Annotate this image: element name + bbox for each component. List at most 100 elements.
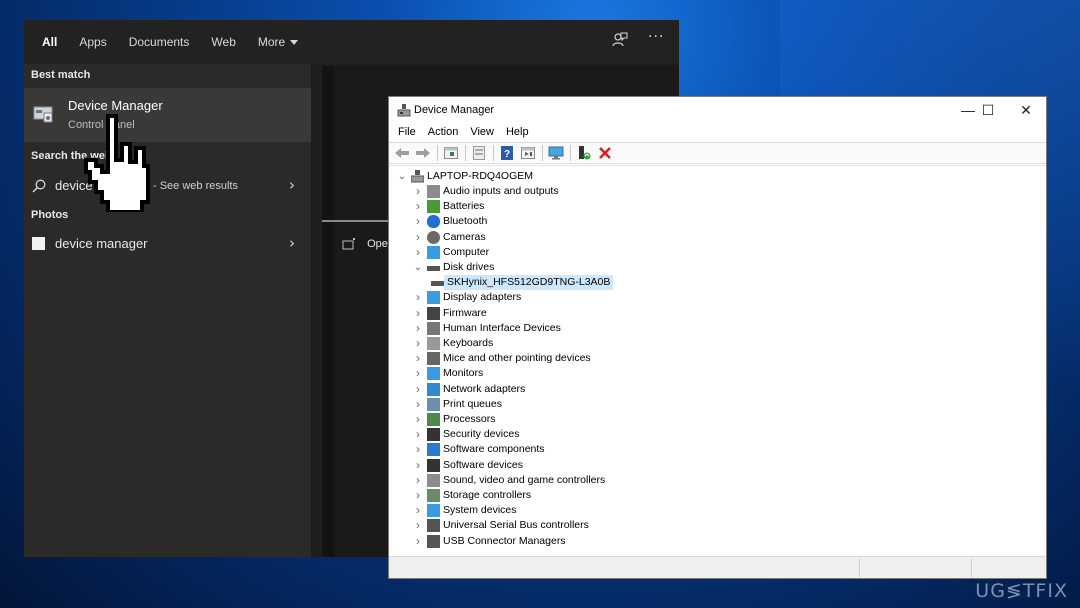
- tree-label: Security devices: [443, 428, 520, 441]
- battery-icon: [427, 200, 440, 214]
- chevron-right-icon[interactable]: ›: [413, 184, 423, 199]
- toolbar-separator: [437, 145, 438, 161]
- status-cell: [859, 559, 860, 577]
- toolbar-separator: [493, 145, 494, 161]
- speaker-icon: [427, 185, 440, 198]
- tab-apps[interactable]: Apps: [79, 35, 106, 49]
- chevron-right-icon[interactable]: ›: [413, 382, 423, 397]
- update-driver-icon: [579, 146, 591, 160]
- tree-label: Mice and other pointing devices: [443, 352, 591, 365]
- chevron-right-icon[interactable]: ›: [413, 488, 423, 503]
- caret-down-icon: [290, 40, 299, 46]
- chevron-right-icon[interactable]: ›: [413, 534, 423, 549]
- tree-label: Cameras: [443, 230, 486, 243]
- uninstall-device-button[interactable]: [596, 144, 614, 162]
- chevron-right-icon[interactable]: ›: [413, 473, 423, 488]
- speaker-icon: [427, 473, 440, 487]
- monitor-icon: [427, 367, 440, 381]
- menu-view[interactable]: View: [470, 123, 494, 141]
- chevron-right-icon[interactable]: ›: [413, 427, 423, 442]
- network-icon: [427, 382, 440, 396]
- best-match-title: Device Manager: [68, 98, 163, 113]
- keyboard-icon: [427, 337, 440, 350]
- tab-all[interactable]: All: [42, 35, 57, 49]
- tree-label: Monitors: [443, 367, 484, 380]
- tree-label: Storage controllers: [443, 489, 532, 501]
- status-cell: [971, 559, 972, 577]
- photo-result[interactable]: device manager ›: [24, 229, 311, 259]
- menu-file[interactable]: File: [398, 123, 416, 141]
- tab-more[interactable]: More: [258, 35, 299, 49]
- properties-button[interactable]: [470, 144, 488, 162]
- close-button[interactable]: ✕: [1007, 97, 1045, 123]
- device-tree: ⌄ LAPTOP-RDQ4OGEM › Audio inputs and outp…: [389, 165, 1046, 555]
- chevron-right-icon[interactable]: ›: [413, 306, 423, 321]
- processor-icon: [427, 413, 440, 426]
- feedback-icon[interactable]: [612, 32, 628, 52]
- show-hide-console-tree-button[interactable]: [442, 144, 460, 162]
- device-manager-icon: [397, 104, 411, 117]
- tree-label: Computer: [443, 245, 490, 258]
- chevron-right-icon[interactable]: ›: [413, 214, 423, 229]
- tree-label: Sound, video and game controllers: [443, 473, 606, 486]
- best-match-item[interactable]: Device Manager Control Panel: [24, 88, 311, 142]
- tree-label: Universal Serial Bus controllers: [443, 519, 589, 532]
- menu-action[interactable]: Action: [428, 123, 459, 141]
- chevron-right-icon[interactable]: ›: [413, 290, 423, 305]
- root-label: LAPTOP-RDQ4OGEM: [427, 170, 533, 182]
- chevron-right-icon[interactable]: ›: [413, 351, 423, 366]
- toolbar-separator: [542, 145, 543, 161]
- photo-icon: [32, 237, 45, 250]
- uninstall-x-icon: [599, 147, 611, 159]
- chevron-down-icon[interactable]: ⌄: [413, 260, 423, 275]
- chevron-right-icon[interactable]: ›: [413, 397, 423, 412]
- chevron-right-icon[interactable]: ›: [413, 245, 423, 260]
- toolbar-separator: [570, 145, 571, 161]
- chevron-right-icon[interactable]: ›: [413, 442, 423, 457]
- chevron-right-icon[interactable]: ›: [413, 321, 423, 336]
- tree-label: USB Connector Managers: [443, 534, 566, 547]
- run-action-button[interactable]: [519, 144, 537, 162]
- search-icon: [32, 179, 46, 193]
- chevron-right-icon[interactable]: ›: [413, 199, 423, 214]
- maximize-button[interactable]: ☐: [969, 97, 1007, 123]
- tree-label: Software components: [443, 443, 545, 456]
- forward-button[interactable]: [414, 144, 432, 162]
- chevron-right-icon[interactable]: ›: [413, 458, 423, 473]
- back-arrow-icon: [395, 148, 409, 158]
- chevron-right-icon[interactable]: ›: [413, 503, 423, 518]
- help-button[interactable]: ?: [498, 144, 516, 162]
- chevron-right-icon[interactable]: ›: [413, 366, 423, 381]
- chevron-down-icon[interactable]: ⌄: [397, 169, 407, 184]
- tab-documents[interactable]: Documents: [129, 35, 190, 49]
- forward-arrow-icon: [416, 148, 430, 158]
- toolbar-separator: [465, 145, 466, 161]
- chevron-right-icon[interactable]: ›: [413, 230, 423, 245]
- tree-label: Keyboards: [443, 337, 494, 349]
- back-button[interactable]: [393, 144, 411, 162]
- camera-icon: [427, 230, 440, 244]
- usb-icon: [427, 534, 440, 548]
- best-match-heading: Best match: [31, 69, 91, 81]
- security-icon: [427, 428, 440, 442]
- system-icon: [427, 504, 440, 518]
- software-device-icon: [427, 458, 440, 472]
- mouse-icon: [427, 352, 440, 366]
- chevron-right-icon[interactable]: ›: [413, 518, 423, 533]
- scan-hardware-button[interactable]: [547, 144, 565, 162]
- tree-label: Network adapters: [443, 382, 526, 395]
- tab-web[interactable]: Web: [211, 35, 235, 49]
- more-options-icon[interactable]: ···: [648, 29, 664, 45]
- web-search-result[interactable]: device m - See web results ›: [24, 171, 311, 201]
- svg-text:?: ?: [504, 149, 510, 160]
- update-driver-button[interactable]: [575, 144, 593, 162]
- chevron-right-icon: ›: [289, 234, 295, 252]
- chevron-right-icon[interactable]: ›: [413, 412, 423, 427]
- tree-label: Firmware: [443, 306, 487, 319]
- menu-help[interactable]: Help: [506, 123, 529, 141]
- title-bar[interactable]: Device Manager — ☐ ✕: [389, 97, 1046, 123]
- properties-icon: [473, 146, 485, 160]
- tree-label: Audio inputs and outputs: [443, 185, 559, 197]
- chevron-right-icon[interactable]: ›: [413, 336, 423, 351]
- open-action[interactable]: Open: [342, 238, 394, 250]
